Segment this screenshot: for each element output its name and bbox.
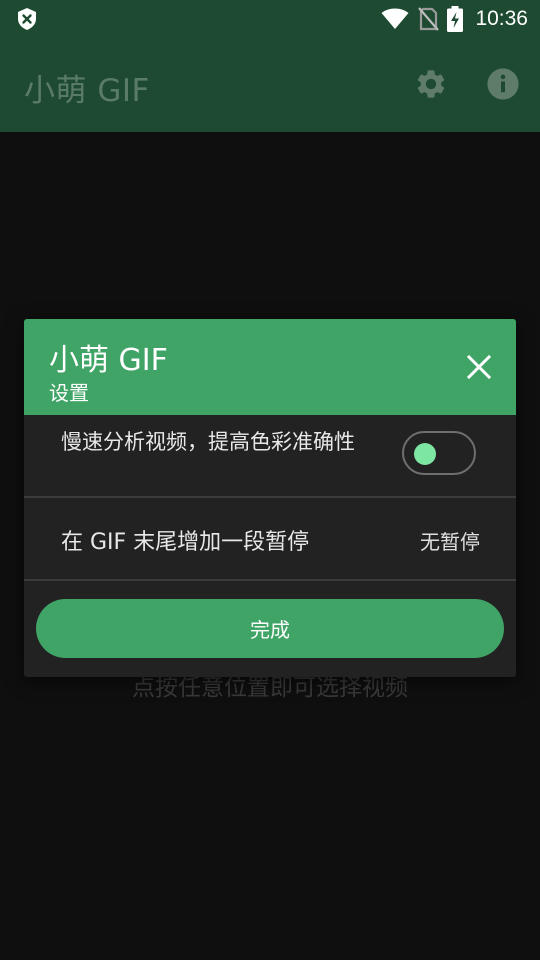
divider	[24, 579, 516, 581]
battery-charging-icon	[447, 6, 464, 32]
status-bar: 10:36	[0, 0, 540, 38]
screen: 10:36 小萌 GIF 点按任意位置即可选择视频 小萌 GIF 设置 慢速分析…	[0, 0, 540, 960]
status-icons: 10:36	[381, 0, 528, 38]
close-icon[interactable]	[464, 352, 494, 382]
setting-row-end-pause[interactable]: 在 GIF 末尾增加一段暂停 无暂停	[24, 498, 516, 580]
done-button[interactable]: 完成	[36, 599, 504, 658]
dialog-header: 小萌 GIF 设置	[24, 319, 516, 415]
settings-dialog: 小萌 GIF 设置 慢速分析视频，提高色彩准确性 在 GIF 末尾增加一段暂停 …	[24, 319, 516, 677]
app-bar: 小萌 GIF	[0, 38, 540, 132]
setting-label-end-pause: 在 GIF 末尾增加一段暂停	[61, 530, 310, 555]
slow-analysis-toggle[interactable]	[402, 431, 476, 475]
dialog-title: 小萌 GIF	[49, 343, 168, 378]
info-icon[interactable]	[486, 67, 520, 101]
gear-icon[interactable]	[414, 67, 448, 101]
app-title: 小萌 GIF	[24, 73, 150, 109]
shield-x-icon	[18, 8, 36, 30]
no-sim-icon	[418, 7, 440, 31]
setting-row-slow-analysis[interactable]: 慢速分析视频，提高色彩准确性	[24, 415, 516, 497]
dialog-subtitle: 设置	[49, 381, 89, 405]
wifi-icon	[381, 8, 409, 29]
toggle-knob	[414, 443, 436, 465]
end-pause-value[interactable]: 无暂停	[420, 526, 480, 555]
status-time: 10:36	[475, 7, 528, 30]
setting-label-slow-analysis: 慢速分析视频，提高色彩准确性	[61, 430, 355, 454]
